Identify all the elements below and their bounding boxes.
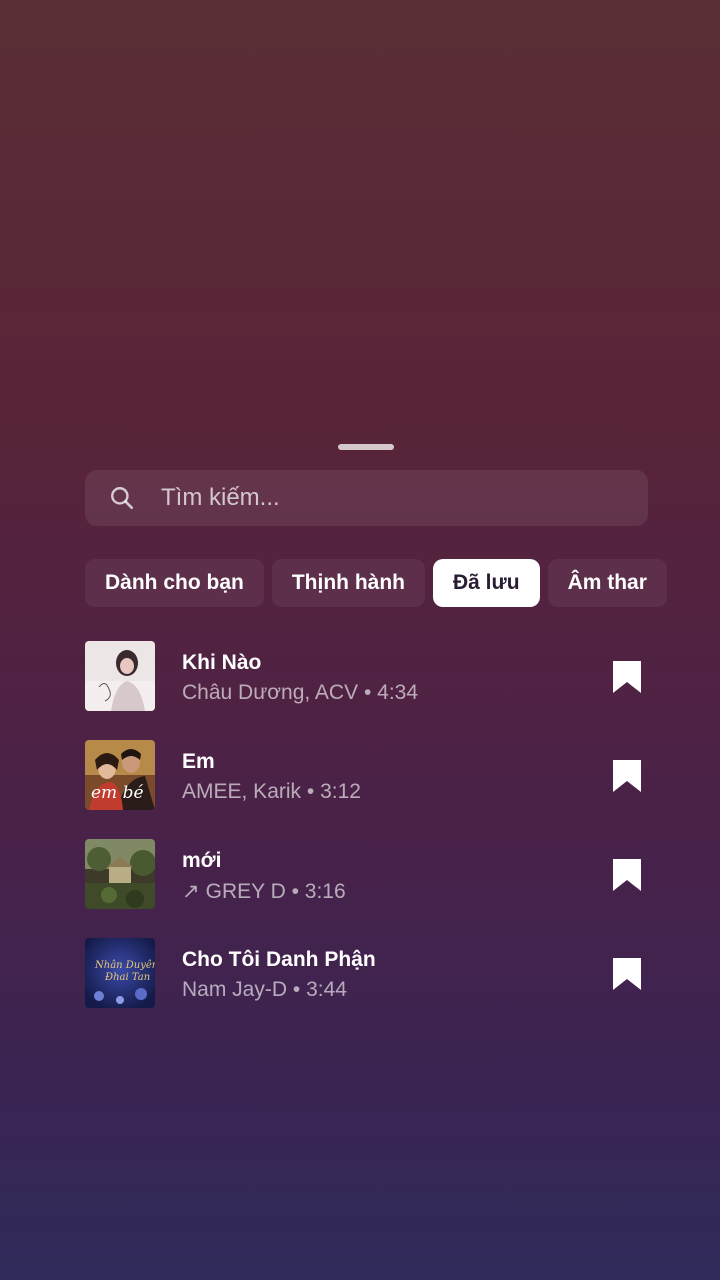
bookmark-icon[interactable] <box>612 660 642 694</box>
tab-da-luu[interactable]: Đã lưu <box>433 559 540 607</box>
track-title: Cho Tôi Danh Phận <box>182 948 376 971</box>
search-input[interactable]: Tìm kiếm... <box>161 484 280 512</box>
track-title: mới <box>182 849 222 872</box>
track-title: Khi Nào <box>182 651 262 674</box>
track-row[interactable]: mới ↗ GREY D • 3:16 <box>85 839 645 938</box>
search-icon <box>111 487 134 510</box>
track-meta: Châu Dương, ACV • 4:34 <box>182 681 419 704</box>
bookmark-icon[interactable] <box>612 759 642 793</box>
search-bar[interactable]: Tìm kiếm... <box>85 470 648 526</box>
track-meta: Nam Jay-D • 3:44 <box>182 978 347 1001</box>
track-row[interactable]: em bé Em AMEE, Karik • 3:12 <box>85 740 645 839</box>
album-art: Nhân Duyên Đhai Tan <box>85 938 155 1008</box>
track-meta: ↗ GREY D • 3:16 <box>182 880 346 903</box>
trending-arrow-icon: ↗ <box>182 880 200 903</box>
bookmark-icon[interactable] <box>612 858 642 892</box>
saved-track-list: Khi Nào Châu Dương, ACV • 4:34 em bé Em … <box>85 641 645 1037</box>
svg-text:em bé: em bé <box>91 783 144 803</box>
album-art <box>85 641 155 711</box>
bookmark-icon[interactable] <box>612 957 642 991</box>
album-art <box>85 839 155 909</box>
track-row[interactable]: Nhân Duyên Đhai Tan Cho Tôi Danh Phận Na… <box>85 938 645 1037</box>
track-meta: AMEE, Karik • 3:12 <box>182 780 361 803</box>
category-tabs: Dành cho bạn Thịnh hành Đã lưu Âm thar <box>85 559 675 609</box>
svg-text:Đhai Tan: Đhai Tan <box>104 972 150 983</box>
tab-danh-cho-ban[interactable]: Dành cho bạn <box>85 559 264 607</box>
sheet-drag-handle[interactable] <box>338 444 394 450</box>
album-art: em bé <box>85 740 155 810</box>
tab-am-thanh[interactable]: Âm thar <box>547 559 667 607</box>
track-title: Em <box>182 750 215 773</box>
svg-text:Nhân Duyên: Nhân Duyên <box>94 960 155 971</box>
track-row[interactable]: Khi Nào Châu Dương, ACV • 4:34 <box>85 641 645 740</box>
tab-thinh-hanh[interactable]: Thịnh hành <box>271 559 425 607</box>
